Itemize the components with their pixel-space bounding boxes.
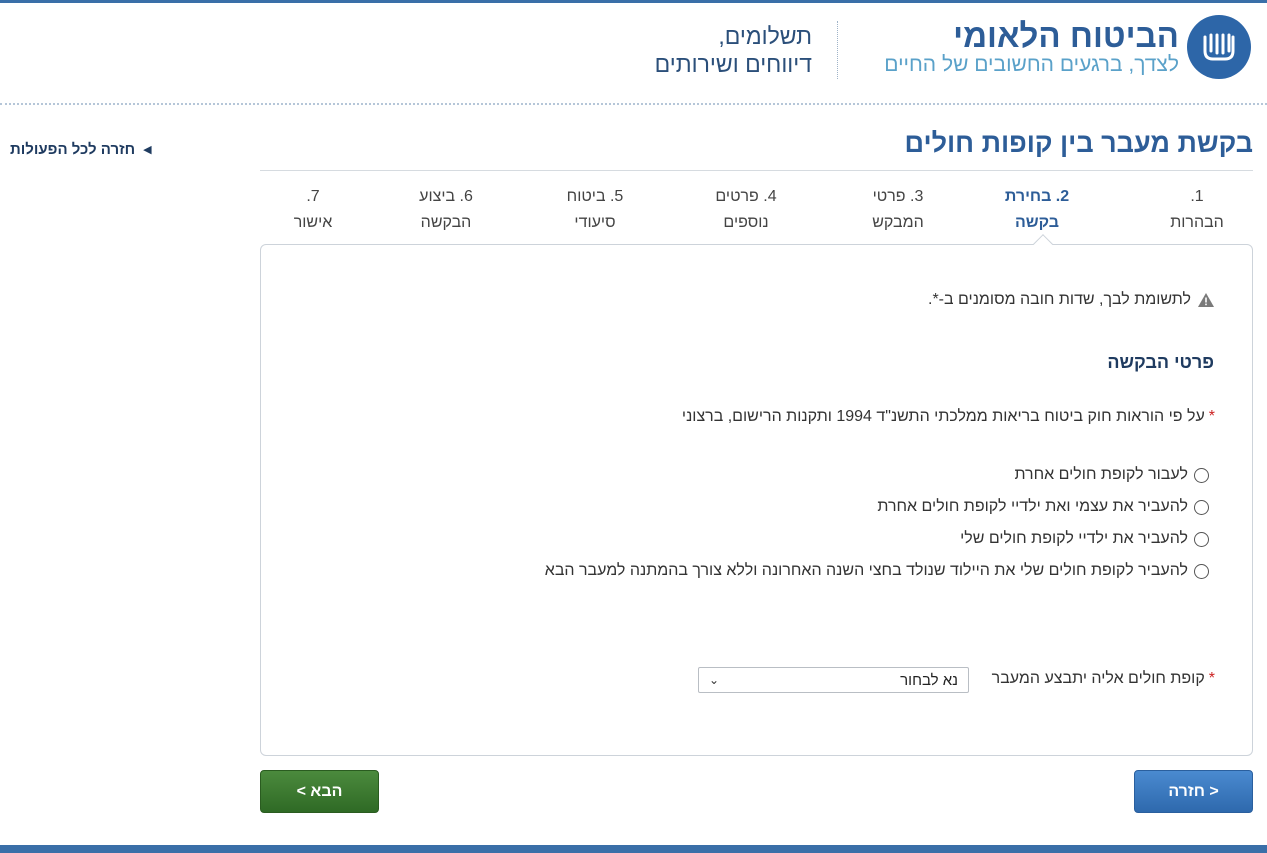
back-to-all-actions-link[interactable]: ◀ חזרה לכל הפעולות — [10, 141, 152, 158]
next-button[interactable]: הבא > — [260, 770, 379, 813]
target-fund-select-value: נא לבחור — [900, 671, 958, 689]
back-to-all-actions-label: חזרה לכל הפעולות — [10, 141, 136, 158]
step-1: 1. הבהרות — [1155, 184, 1239, 236]
option-label: להעביר את ילדיי לקופת חולים שלי — [960, 530, 1188, 547]
option-move-children[interactable]: להעביר את ילדיי לקופת חולים שלי — [960, 530, 1209, 548]
footer-bar — [0, 845, 1267, 853]
required-asterisk: * — [1208, 408, 1215, 425]
step-3-label: המבקש — [872, 214, 924, 231]
option-switch-fund[interactable]: לעבור לקופת חולים אחרת — [1014, 466, 1209, 484]
option-label: להעביר את עצמי ואת ילדיי לקופת חולים אחר… — [877, 498, 1188, 515]
request-question: *על פי הוראות חוק ביטוח בריאות ממלכתי הת… — [682, 408, 1215, 426]
step-5-label: סיעודי — [574, 214, 616, 231]
brand-tagline: לצדך, ברגעים החשובים של החיים — [884, 53, 1179, 76]
wizard-steps: 1. הבהרות 2. בחירת בקשה 3. פרטי המבקש 4.… — [260, 184, 1253, 240]
site-header: הביטוח הלאומי לצדך, ברגעים החשובים של הח… — [0, 3, 1267, 105]
step-4: 4. פרטים נוספים — [701, 184, 791, 236]
step-5: 5. ביטוח סיעודי — [550, 184, 640, 236]
step-6: 6. ביצוע הבקשה — [401, 184, 491, 236]
step-2-active: 2. בחירת בקשה — [992, 184, 1082, 236]
step-6-label: הבקשה — [420, 214, 472, 231]
required-fields-notice-text: לתשומת לבך, שדות חובה מסומנים ב-*. — [928, 291, 1191, 308]
warning-icon — [1198, 293, 1214, 307]
option-label: להעביר לקופת חולים שלי את היילוד שנולד ב… — [544, 562, 1188, 579]
step-1-label: הבהרות — [1170, 214, 1224, 231]
brand-title[interactable]: הביטוח הלאומי — [953, 17, 1179, 55]
step-6-number: 6. ביצוע — [419, 188, 473, 205]
target-fund-select[interactable]: נא לבחור ⌄ — [698, 667, 969, 693]
request-question-text: על פי הוראות חוק ביטוח בריאות ממלכתי התש… — [681, 408, 1205, 425]
step-2-label: בקשה — [1014, 214, 1060, 231]
reports-services-link[interactable]: דיווחים ושירותים — [655, 51, 812, 78]
payments-link[interactable]: תשלומים, — [718, 23, 812, 50]
step-5-number: 5. ביטוח — [566, 188, 624, 205]
radio-button[interactable] — [1194, 563, 1209, 579]
step-7: 7. אישור — [270, 184, 356, 236]
option-move-self-and-children[interactable]: להעביר את עצמי ואת ילדיי לקופת חולים אחר… — [877, 498, 1209, 516]
step-4-label: נוספים — [723, 214, 769, 231]
step-2-number: 2. בחירת — [1004, 188, 1070, 205]
triangle-left-icon: ◀ — [143, 144, 152, 156]
logo-mark-icon — [1203, 33, 1235, 61]
step-7-label: אישור — [293, 214, 333, 231]
page-title: בקשת מעבר בין קופות חולים — [904, 128, 1253, 158]
radio-button[interactable] — [1194, 467, 1209, 483]
step-1-number: 1. — [1190, 188, 1204, 205]
radio-button[interactable] — [1194, 499, 1209, 515]
title-divider — [260, 170, 1253, 171]
section-title: פרטי הבקשה — [1107, 352, 1214, 372]
header-separator — [837, 21, 838, 79]
step-7-number: 7. — [306, 188, 320, 205]
option-move-newborn[interactable]: להעביר לקופת חולים שלי את היילוד שנולד ב… — [545, 562, 1209, 580]
step-3: 3. פרטי המבקש — [853, 184, 943, 236]
target-fund-label-text: קופת חולים אליה יתבצע המעבר — [991, 670, 1205, 687]
step-3-number: 3. פרטי — [872, 188, 924, 205]
national-insurance-logo-icon[interactable] — [1187, 15, 1251, 79]
option-label: לעבור לקופת חולים אחרת — [1014, 466, 1188, 483]
back-button[interactable]: < חזרה — [1134, 770, 1253, 813]
step-4-number: 4. פרטים — [715, 188, 777, 205]
chevron-down-icon: ⌄ — [709, 673, 720, 687]
required-fields-notice: לתשומת לבך, שדות חובה מסומנים ב-*. — [928, 291, 1215, 309]
target-fund-label: *קופת חולים אליה יתבצע המעבר — [992, 670, 1215, 688]
radio-button[interactable] — [1194, 531, 1209, 547]
required-asterisk: * — [1208, 670, 1215, 687]
header-dotted-divider — [0, 103, 1267, 105]
